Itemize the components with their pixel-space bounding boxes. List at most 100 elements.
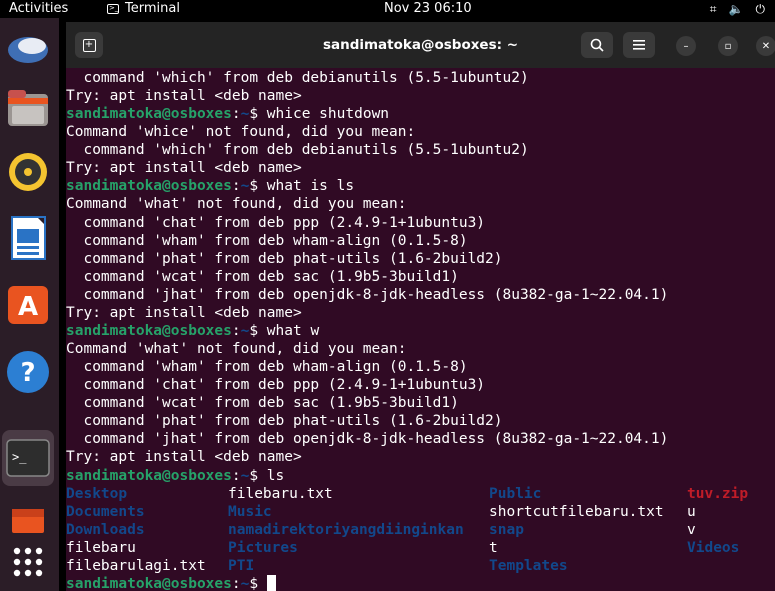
clock[interactable]: Nov 23 06:10: [384, 0, 472, 18]
directory-entry: Desktop: [66, 485, 128, 502]
prompt-separator: :: [231, 178, 241, 195]
prompt-separator: :: [231, 322, 241, 339]
minimize-button[interactable]: –: [676, 36, 696, 56]
writer-icon: [11, 216, 46, 260]
output-line: Try: apt install <deb name>: [66, 88, 302, 105]
software-icon: [12, 509, 44, 533]
terminal-icon: >_: [6, 439, 50, 477]
prompt-separator: :: [231, 106, 241, 123]
output-line: command 'chat' from deb ppp (2.4.9-1+1ub…: [66, 214, 486, 231]
directory-entry: Public: [489, 485, 542, 502]
prompt-user: sandimatoka@osboxes: [66, 178, 232, 195]
output-line: command 'wham' from deb wham-align (0.1.…: [66, 359, 468, 376]
text-cursor: [266, 574, 276, 591]
maximize-button[interactable]: ▫: [718, 36, 738, 56]
activities-button[interactable]: Activities: [9, 0, 68, 18]
terminal-launcher[interactable]: >_: [2, 430, 54, 486]
file-entry: filebaru: [66, 539, 136, 556]
prompt-line: sandimatoka@osboxes:~$ what w: [66, 322, 775, 340]
prompt-symbol: $: [249, 467, 259, 484]
command-text: what is ls: [258, 178, 355, 195]
directory-entry: Downloads: [66, 521, 145, 538]
output-line: command 'phat' from deb phat-utils (1.6-…: [66, 250, 503, 267]
network-icon: ⌗: [709, 2, 717, 16]
prompt-user: sandimatoka@osboxes: [66, 106, 232, 123]
software-launcher[interactable]: [4, 496, 52, 544]
output-line: Command 'what' not found, did you mean:: [66, 341, 407, 358]
rhythmbox-launcher[interactable]: [4, 148, 52, 196]
prompt-symbol: $: [249, 178, 259, 195]
app-center-icon: A: [8, 286, 48, 324]
prompt-separator: :: [231, 575, 241, 591]
directory-entry: Videos: [687, 539, 740, 556]
file-entry: v: [687, 521, 696, 538]
app-center-launcher[interactable]: A: [4, 280, 52, 328]
directory-entry: PTI: [228, 557, 255, 574]
close-button[interactable]: ✕: [756, 36, 775, 56]
top-bar: Activities >_ Terminal Nov 23 06:10 ⌗ 🔈 …: [0, 0, 775, 18]
help-launcher[interactable]: ?: [4, 348, 52, 396]
menu-button[interactable]: [623, 32, 655, 58]
terminal-small-icon: >_: [107, 4, 119, 14]
command-text: whice shutdown: [258, 106, 390, 123]
command-text: ls: [258, 467, 285, 484]
dock: A ? >_: [0, 18, 59, 591]
output-line: command 'phat' from deb phat-utils (1.6-…: [66, 413, 503, 430]
file-entry: u: [687, 503, 696, 520]
output-line: Try: apt install <deb name>: [66, 449, 302, 466]
svg-text:A: A: [18, 292, 38, 322]
output-line: Try: apt install <deb name>: [66, 304, 302, 321]
directory-entry: Music: [228, 503, 272, 520]
output-line: Command 'whice' not found, did you mean:: [66, 124, 416, 141]
prompt-user: sandimatoka@osboxes: [66, 575, 232, 591]
files-icon: [8, 90, 48, 126]
file-entry: tuv.zip: [687, 485, 749, 502]
thunderbird-launcher[interactable]: [4, 26, 52, 74]
output-line: command 'jhat' from deb openjdk-8-jdk-he…: [66, 286, 669, 303]
prompt-symbol: $: [249, 322, 259, 339]
output-line: command 'wcat' from deb sac (1.9b5-3buil…: [66, 268, 459, 285]
file-entry: shortcutfilebaru.txt: [489, 503, 664, 520]
file-entry: filebarulagi.txt: [66, 557, 206, 574]
output-line: command 'wcat' from deb sac (1.9b5-3buil…: [66, 395, 459, 412]
prompt-symbol: $: [249, 106, 259, 123]
rhythmbox-icon: [9, 153, 47, 191]
terminal-window: + sandimatoka@osboxes: ~ – ▫ ✕ command '…: [66, 22, 775, 591]
system-tray[interactable]: ⌗ 🔈 ⏻: [710, 0, 765, 18]
app-menu[interactable]: >_ Terminal: [107, 0, 180, 18]
terminal-output[interactable]: command 'which' from deb debianutils (5.…: [66, 68, 775, 591]
prompt-user: sandimatoka@osboxes: [66, 467, 232, 484]
prompt-user: sandimatoka@osboxes: [66, 322, 232, 339]
search-button[interactable]: [581, 32, 613, 58]
search-icon: [590, 38, 604, 52]
directory-entry: Pictures: [228, 539, 298, 556]
show-apps-button[interactable]: [4, 538, 52, 586]
command-text: [258, 576, 267, 591]
svg-text:?: ?: [20, 358, 35, 388]
writer-launcher[interactable]: [4, 214, 52, 262]
directory-entry: Templates: [489, 557, 568, 574]
minimize-icon: –: [683, 40, 689, 52]
app-grid-icon: [13, 547, 43, 577]
ls-output-row: Desktop filebaru.txt Public tuv.zip: [66, 485, 775, 503]
thunderbird-icon: [8, 37, 48, 63]
title-bar[interactable]: + sandimatoka@osboxes: ~ – ▫ ✕: [66, 22, 775, 68]
ls-output-row: Downloads namadirektoriyangdiinginkan snap…: [66, 521, 775, 539]
files-launcher[interactable]: [4, 84, 52, 132]
output-line: command 'jhat' from deb openjdk-8-jdk-he…: [66, 431, 669, 448]
output-line: command 'wham' from deb wham-align (0.1.…: [66, 232, 468, 249]
maximize-icon: ▫: [724, 40, 732, 52]
window-title: sandimatoka@osboxes: ~: [322, 37, 519, 53]
svg-text:>_: >_: [12, 450, 27, 464]
volume-icon: 🔈: [728, 2, 744, 16]
prompt-line: sandimatoka@osboxes:~$ ls: [66, 467, 775, 485]
hamburger-icon: [633, 40, 645, 50]
prompt-separator: :: [231, 467, 241, 484]
prompt-symbol: $: [249, 575, 259, 591]
output-line: Command 'what' not found, did you mean:: [66, 196, 407, 213]
prompt-line: sandimatoka@osboxes:~$ whice shutdown: [66, 105, 775, 123]
output-line: Try: apt install <deb name>: [66, 160, 302, 177]
app-name: Terminal: [125, 1, 180, 16]
ls-output-row: filebaru Pictures t Videos: [66, 539, 775, 557]
directory-entry: namadirektoriyangdiinginkan: [228, 521, 464, 538]
